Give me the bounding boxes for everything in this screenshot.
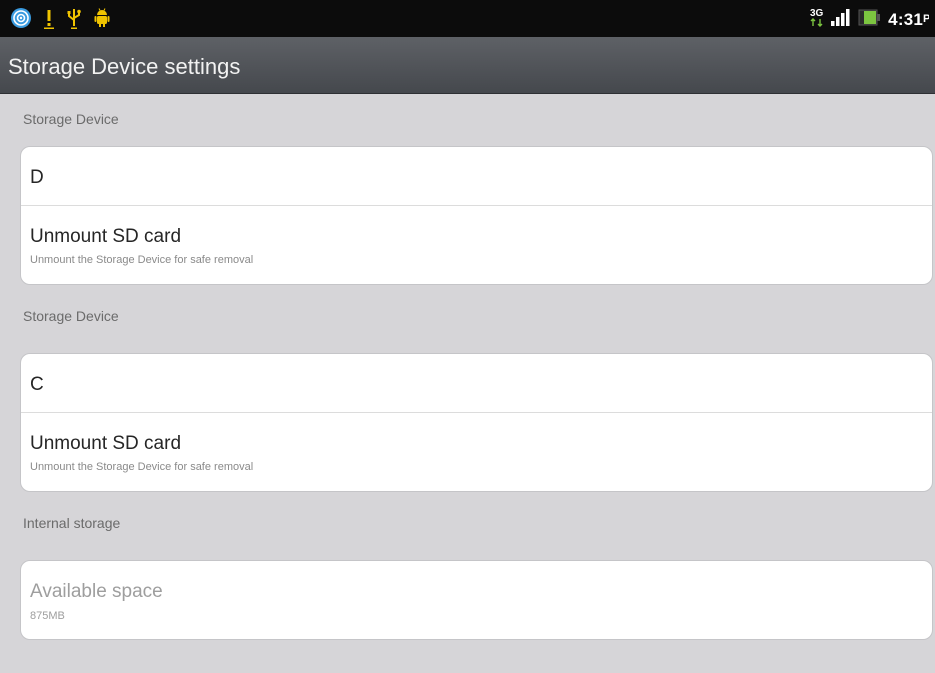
row-title: C bbox=[30, 374, 44, 395]
title-bar: Storage Device settings bbox=[0, 37, 935, 94]
internal-storage-card: Available space 875MB bbox=[20, 560, 933, 640]
clock-time: 4:31 bbox=[888, 9, 923, 29]
page-title: Storage Device settings bbox=[8, 54, 241, 79]
alert-icon bbox=[44, 7, 54, 34]
row-title: Unmount SD card bbox=[30, 433, 182, 454]
storage-name-row[interactable]: D bbox=[21, 147, 932, 206]
row-title: Available space bbox=[30, 581, 163, 602]
available-space-row: Available space 875MB bbox=[21, 561, 932, 639]
location-icon bbox=[10, 7, 32, 34]
section-header-internal-storage: Internal storage bbox=[23, 515, 121, 531]
row-title: Unmount SD card bbox=[30, 226, 182, 247]
unmount-sd-card-row[interactable]: Unmount SD card Unmount the Storage Devi… bbox=[21, 413, 932, 491]
available-space-value: 875MB bbox=[30, 610, 65, 622]
android-debug-icon bbox=[94, 7, 110, 34]
row-title: D bbox=[30, 167, 44, 188]
status-bar: 3G 4:31PM bbox=[0, 0, 935, 37]
signal-strength-icon bbox=[830, 6, 852, 33]
row-subtitle: Unmount the Storage Device for safe remo… bbox=[30, 461, 254, 473]
system-icons: 3G 4:31PM bbox=[810, 6, 929, 33]
svg-text:3G: 3G bbox=[810, 8, 824, 19]
network-type-icon: 3G bbox=[810, 6, 824, 33]
clock: 4:31PM bbox=[888, 10, 929, 30]
row-subtitle: Unmount the Storage Device for safe remo… bbox=[30, 254, 254, 266]
notification-icons bbox=[10, 7, 110, 34]
section-header-storage-device-c: Storage Device bbox=[23, 308, 119, 324]
storage-name-row[interactable]: C bbox=[21, 354, 932, 413]
battery-icon bbox=[858, 6, 882, 33]
storage-card-c: C Unmount SD card Unmount the Storage De… bbox=[20, 353, 933, 492]
storage-card-d: D Unmount SD card Unmount the Storage De… bbox=[20, 146, 933, 285]
usb-icon bbox=[66, 7, 82, 34]
section-header-storage-device-d: Storage Device bbox=[23, 111, 119, 127]
unmount-sd-card-row[interactable]: Unmount SD card Unmount the Storage Devi… bbox=[21, 206, 932, 284]
clock-ampm: PM bbox=[923, 12, 929, 25]
